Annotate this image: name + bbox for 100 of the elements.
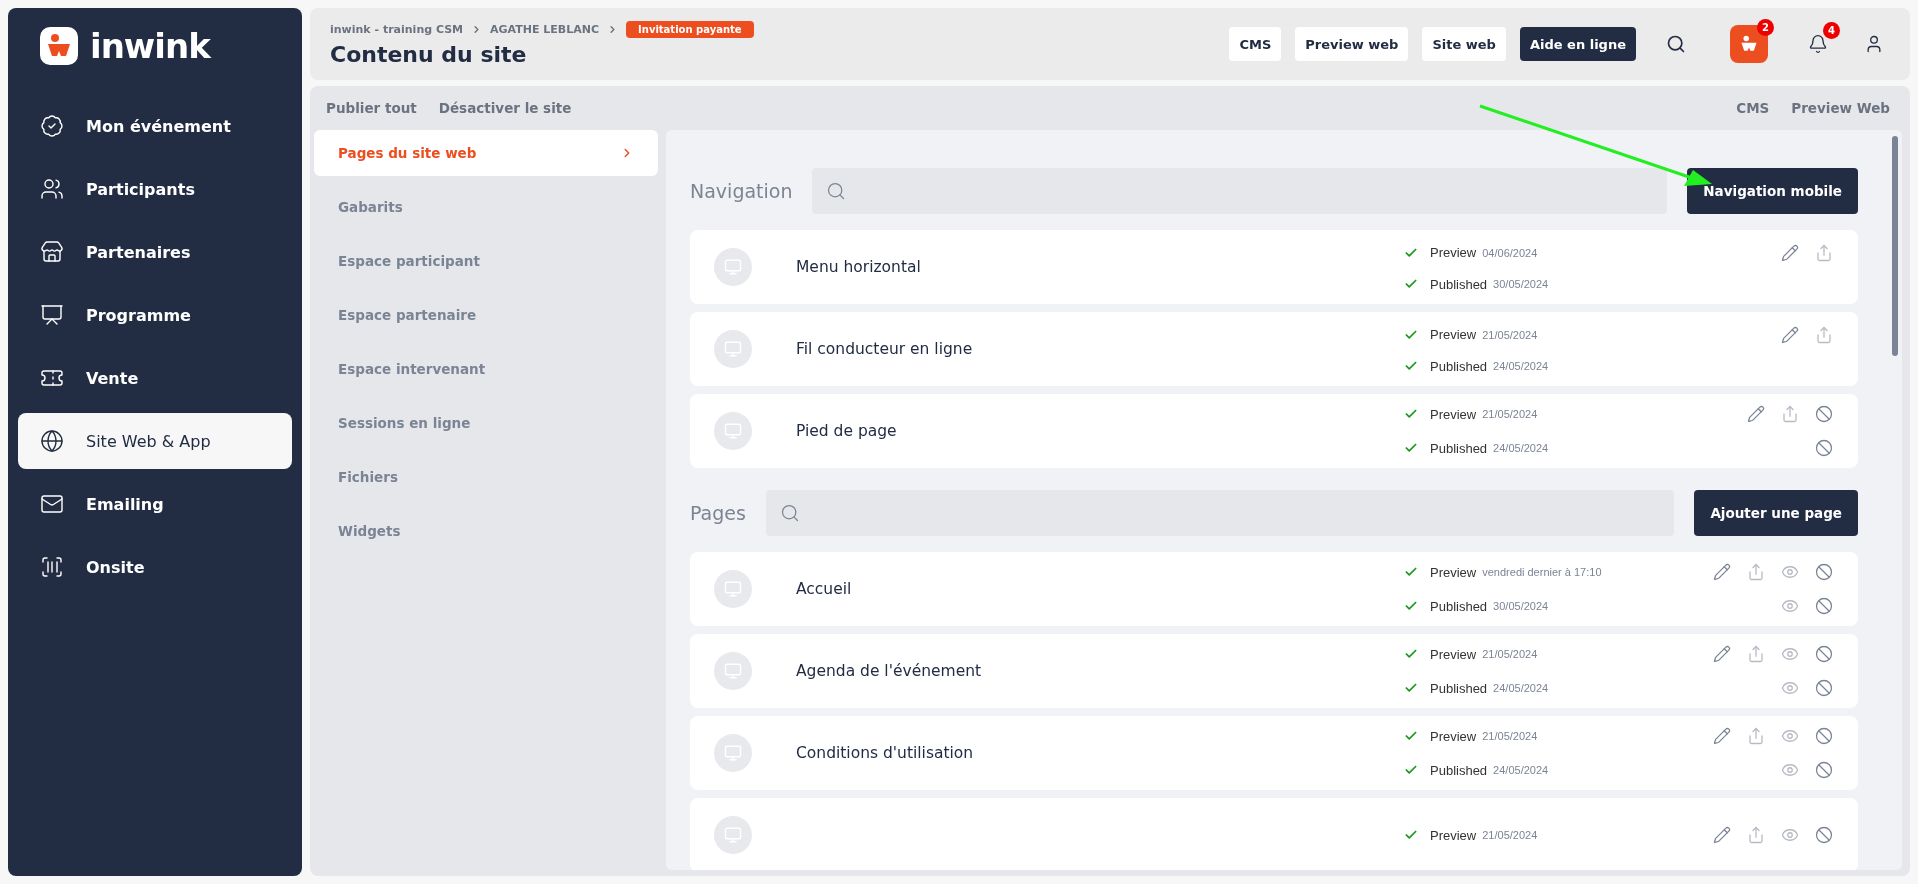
check-icon bbox=[1404, 359, 1418, 373]
breadcrumb-link[interactable]: AGATHE LEBLANC bbox=[490, 23, 600, 36]
pencil-icon[interactable] bbox=[1713, 563, 1731, 581]
submenu-item[interactable]: Pages du site web bbox=[314, 130, 658, 176]
eye-icon[interactable] bbox=[1781, 563, 1799, 581]
header-button[interactable]: Site web bbox=[1422, 27, 1506, 61]
eye-icon[interactable] bbox=[1781, 597, 1799, 615]
status-label: Preview bbox=[1430, 646, 1477, 662]
disable-icon[interactable] bbox=[1815, 761, 1833, 779]
status-label: Published bbox=[1430, 440, 1488, 456]
page-title: Contenu du site bbox=[330, 42, 528, 67]
disable-icon[interactable] bbox=[1815, 439, 1833, 457]
status-date: vendredi dernier à 17:10 bbox=[1482, 566, 1602, 578]
toolbar-link[interactable]: Preview Web bbox=[1791, 100, 1890, 116]
check-icon bbox=[1404, 681, 1418, 695]
disable-icon[interactable] bbox=[1815, 826, 1833, 844]
page-row[interactable]: Menu horizontal Preview 04/06/2024 Published 30/05/2024 bbox=[690, 230, 1858, 304]
status-label: Published bbox=[1430, 762, 1488, 778]
page-row[interactable]: Pied de page Preview 21/05/2024 Published 24/05/2024 bbox=[690, 394, 1858, 468]
share-icon[interactable] bbox=[1781, 405, 1799, 423]
page-name: Menu horizontal bbox=[796, 258, 921, 276]
disable-icon[interactable] bbox=[1815, 679, 1833, 697]
sidebar-item[interactable]: Mon événement bbox=[18, 98, 292, 154]
status-label: Preview bbox=[1430, 245, 1477, 260]
toolbar-link[interactable]: Désactiver le site bbox=[438, 100, 572, 116]
status-date: 04/06/2024 bbox=[1482, 246, 1538, 259]
page-row[interactable]: Fil conducteur en ligne Preview 21/05/2024 Published 24/05/2024 bbox=[690, 312, 1858, 386]
sidebar-item[interactable]: Participants bbox=[18, 161, 292, 217]
page-name: Fil conducteur en ligne bbox=[796, 340, 973, 358]
status-date: 24/05/2024 bbox=[1493, 442, 1549, 454]
status-date: 21/05/2024 bbox=[1482, 408, 1538, 420]
pencil-icon[interactable] bbox=[1747, 405, 1765, 423]
page-row[interactable]: Conditions d'utilisation Preview 21/05/2024 Published 24/05/2024 bbox=[690, 716, 1858, 790]
status-label: Published bbox=[1430, 598, 1488, 614]
share-icon[interactable] bbox=[1747, 727, 1765, 745]
check-icon bbox=[1404, 729, 1418, 743]
status-label: Preview bbox=[1430, 827, 1477, 843]
page-row[interactable]: Agenda de l'événement Preview 21/05/2024 Published 24/05/2024 bbox=[690, 634, 1858, 708]
header-button[interactable]: Aide en ligne bbox=[1519, 27, 1636, 61]
share-icon[interactable] bbox=[1747, 826, 1765, 844]
count-badge: 2 bbox=[1757, 19, 1774, 36]
bell-icon[interactable] bbox=[1808, 34, 1828, 54]
status-date: 30/05/2024 bbox=[1493, 278, 1549, 290]
header-button[interactable]: Preview web bbox=[1295, 27, 1409, 61]
page-row[interactable]: Preview 21/05/2024 bbox=[690, 798, 1858, 870]
pencil-icon[interactable] bbox=[1781, 325, 1799, 344]
presentation-board-icon bbox=[40, 303, 64, 327]
status-date: 24/05/2024 bbox=[1493, 682, 1549, 694]
app-logo-button[interactable] bbox=[1730, 25, 1768, 63]
sidebar-item[interactable]: Programme bbox=[18, 287, 292, 343]
status-label: Published bbox=[1430, 680, 1488, 696]
page-name: Conditions d'utilisation bbox=[796, 744, 974, 762]
logo-icon bbox=[40, 27, 78, 65]
pencil-icon[interactable] bbox=[1713, 727, 1731, 745]
sidebar-item[interactable]: Partenaires bbox=[18, 224, 292, 280]
disable-icon[interactable] bbox=[1815, 405, 1833, 423]
share-icon[interactable] bbox=[1815, 243, 1833, 262]
section-button[interactable]: Ajouter une page bbox=[1694, 490, 1858, 536]
breadcrumb-link[interactable]: inwink - training CSM bbox=[330, 23, 464, 36]
pencil-icon[interactable] bbox=[1713, 645, 1731, 663]
eye-icon[interactable] bbox=[1781, 761, 1799, 779]
check-icon bbox=[1404, 565, 1418, 579]
search-field[interactable] bbox=[765, 490, 1675, 536]
eye-icon[interactable] bbox=[1781, 679, 1799, 697]
search-icon[interactable] bbox=[1666, 34, 1686, 54]
check-icon bbox=[1404, 599, 1418, 613]
search-icon bbox=[779, 503, 800, 523]
status-date: 24/05/2024 bbox=[1493, 764, 1549, 776]
disable-icon[interactable] bbox=[1815, 597, 1833, 615]
status-label: Preview bbox=[1430, 728, 1477, 744]
eye-icon[interactable] bbox=[1781, 727, 1799, 745]
sidebar-item[interactable]: Emailing bbox=[18, 476, 292, 532]
pencil-icon[interactable] bbox=[1713, 826, 1731, 844]
sidebar-item[interactable]: Site Web & App bbox=[18, 413, 292, 469]
sidebar-item[interactable]: Onsite bbox=[18, 539, 292, 595]
search-field[interactable] bbox=[812, 168, 1668, 214]
disable-icon[interactable] bbox=[1815, 727, 1833, 745]
toolbar-link[interactable]: CMS bbox=[1736, 100, 1770, 116]
header-button[interactable]: CMS bbox=[1229, 27, 1282, 61]
section-button[interactable]: Navigation mobile bbox=[1687, 168, 1858, 214]
badge-check-icon bbox=[40, 114, 64, 138]
share-icon[interactable] bbox=[1815, 325, 1833, 344]
share-icon[interactable] bbox=[1747, 645, 1765, 663]
toolbar-link[interactable]: Publier tout bbox=[326, 100, 417, 116]
globe-icon bbox=[40, 429, 64, 453]
status-date: 21/05/2024 bbox=[1482, 829, 1538, 841]
eye-icon[interactable] bbox=[1781, 826, 1799, 844]
booth-icon bbox=[40, 240, 64, 264]
page-name: Accueil bbox=[796, 580, 852, 598]
disable-icon[interactable] bbox=[1815, 645, 1833, 663]
status-date: 21/05/2024 bbox=[1482, 328, 1538, 341]
share-icon[interactable] bbox=[1747, 563, 1765, 581]
eye-icon[interactable] bbox=[1781, 645, 1799, 663]
count-badge: 4 bbox=[1823, 22, 1840, 39]
check-icon bbox=[1404, 277, 1418, 291]
page-row[interactable]: Accueil Preview vendredi dernier à 17:10 Published 30/05/2024 bbox=[690, 552, 1858, 626]
pencil-icon[interactable] bbox=[1781, 243, 1799, 262]
sidebar-item[interactable]: Vente bbox=[18, 350, 292, 406]
disable-icon[interactable] bbox=[1815, 563, 1833, 581]
plan-badge: Invitation payante bbox=[626, 21, 754, 38]
